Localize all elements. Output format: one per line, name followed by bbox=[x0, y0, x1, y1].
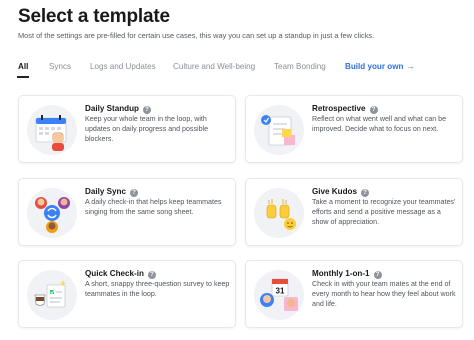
card-description: Check in with your team mates at the end… bbox=[312, 280, 456, 308]
clapping-hands-icon bbox=[254, 188, 304, 238]
template-tabs: All Syncs Logs and Updates Culture and W… bbox=[16, 62, 458, 78]
tab-syncs[interactable]: Syncs bbox=[49, 62, 71, 71]
page-subtitle: Most of the settings are pre-filled for … bbox=[18, 31, 375, 40]
help-icon[interactable]: ? bbox=[147, 271, 156, 279]
template-card-retrospective[interactable]: Retrospective? Reflect on what went well… bbox=[245, 95, 463, 163]
page-title: Select a template bbox=[18, 6, 170, 27]
coffee-checklist-icon bbox=[27, 270, 77, 320]
card-title: Monthly 1-on-1? bbox=[312, 269, 382, 279]
card-title-text: Retrospective bbox=[312, 104, 366, 113]
template-card-daily-standup[interactable]: Daily Standup? Keep your whole team in t… bbox=[18, 95, 236, 163]
help-icon[interactable]: ? bbox=[369, 106, 378, 114]
card-title: Retrospective? bbox=[312, 104, 378, 114]
build-your-own-link[interactable]: Build your own → bbox=[345, 62, 415, 71]
build-your-own-label: Build your own bbox=[345, 62, 404, 71]
card-title-text: Quick Check-in bbox=[85, 269, 144, 278]
arrow-right-icon: → bbox=[406, 62, 415, 71]
calendar-day-number: 31 bbox=[276, 287, 285, 296]
sticky-notes-icon bbox=[254, 105, 304, 155]
card-title-text: Daily Sync bbox=[85, 187, 126, 196]
card-description: Take a moment to recognize your teammate… bbox=[312, 198, 456, 226]
card-title-text: Daily Standup bbox=[85, 104, 139, 113]
card-description: Keep your whole team in the loop, with u… bbox=[85, 115, 209, 143]
card-description: A daily check-in that helps keep teammat… bbox=[85, 198, 222, 216]
template-card-daily-sync[interactable]: Daily Sync? A daily check-in that helps … bbox=[18, 178, 236, 246]
tab-all[interactable]: All bbox=[16, 62, 30, 78]
card-title: Quick Check-in? bbox=[85, 269, 156, 279]
card-title: Daily Standup? bbox=[85, 104, 151, 114]
card-title-text: Give Kudos bbox=[312, 187, 357, 196]
help-icon[interactable]: ? bbox=[360, 189, 369, 197]
tab-culture-and-well-being[interactable]: Culture and Well-being bbox=[173, 62, 255, 71]
template-card-give-kudos[interactable]: Give Kudos? Take a moment to recognize y… bbox=[245, 178, 463, 246]
help-icon[interactable]: ? bbox=[129, 189, 138, 197]
template-card-quick-check-in[interactable]: Quick Check-in? A short, snappy three-qu… bbox=[18, 260, 236, 328]
card-title: Give Kudos? bbox=[312, 187, 369, 197]
tab-team-bonding[interactable]: Team Bonding bbox=[274, 62, 326, 71]
help-icon[interactable]: ? bbox=[373, 271, 382, 279]
template-card-monthly-1-on-1[interactable]: 31 Monthly 1-on-1? Check in with your te… bbox=[245, 260, 463, 328]
calendar-31-icon: 31 bbox=[254, 270, 304, 320]
card-description: Reflect on what went well and what can b… bbox=[312, 115, 447, 133]
calendar-team-icon bbox=[27, 105, 77, 155]
help-icon[interactable]: ? bbox=[142, 106, 151, 114]
tab-logs-and-updates[interactable]: Logs and Updates bbox=[90, 62, 156, 71]
sync-people-icon bbox=[27, 188, 77, 238]
card-description: A short, snappy three-question survey to… bbox=[85, 280, 230, 298]
card-title-text: Monthly 1-on-1 bbox=[312, 269, 370, 278]
card-title: Daily Sync? bbox=[85, 187, 138, 197]
